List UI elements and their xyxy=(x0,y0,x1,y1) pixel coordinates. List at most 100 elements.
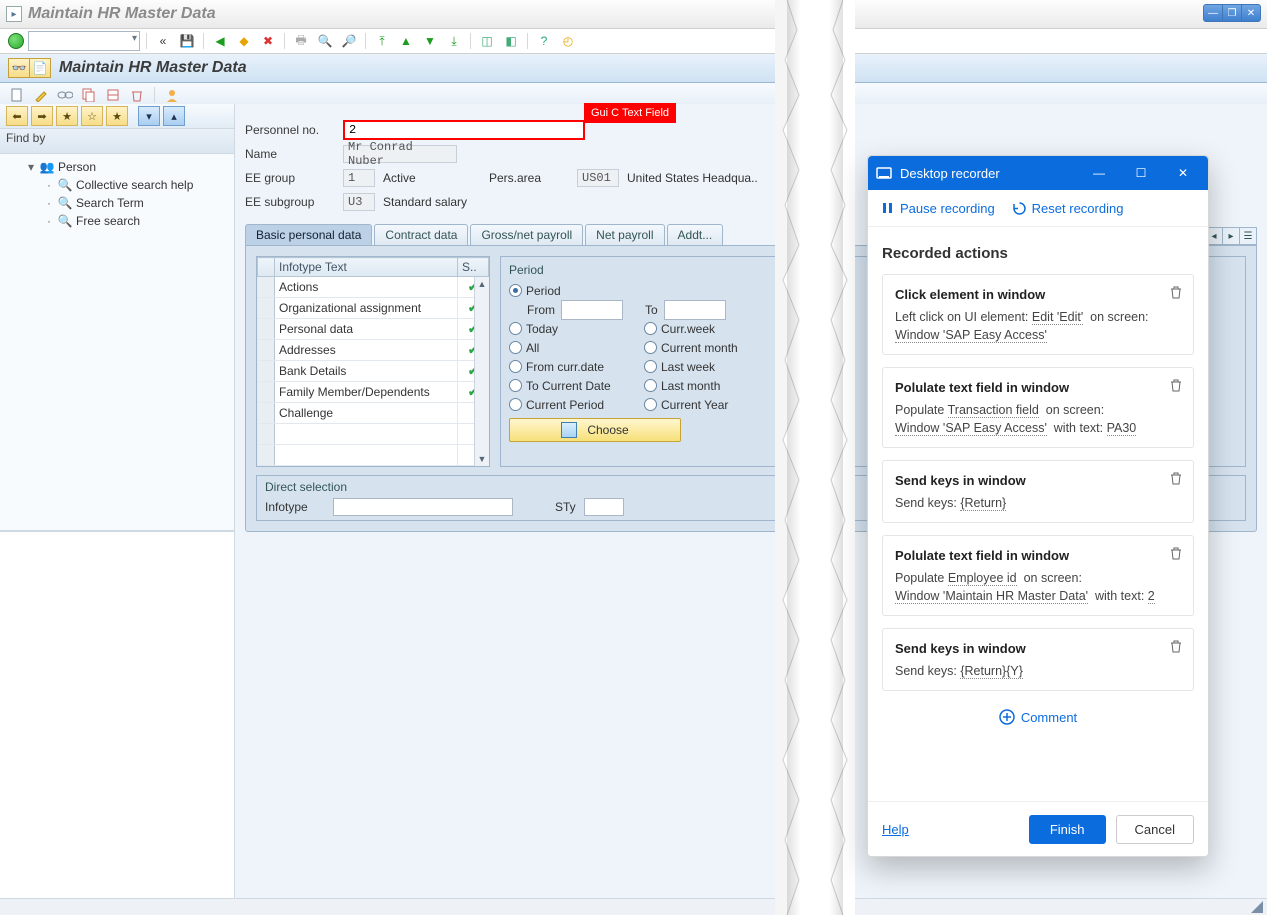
table-row[interactable]: Challenge xyxy=(258,403,489,424)
sty-field[interactable] xyxy=(584,498,624,516)
window-menu-icon[interactable]: ▸ xyxy=(6,6,22,22)
last-page-icon[interactable]: ⤓ xyxy=(444,31,464,51)
period-to-field[interactable] xyxy=(664,300,726,320)
save-icon[interactable]: 💾 xyxy=(177,31,197,51)
personnel-no-field[interactable] xyxy=(343,120,585,140)
recorder-close-button[interactable]: ✕ xyxy=(1166,156,1200,190)
recorded-action-card[interactable]: Send keys in windowSend keys: {Return} xyxy=(882,460,1194,523)
radio-option[interactable] xyxy=(509,379,522,392)
tab-list-icon[interactable]: ☰ xyxy=(1239,227,1257,245)
radio-option[interactable] xyxy=(644,341,657,354)
recorded-action-card[interactable]: Polulate text field in windowPopulate Em… xyxy=(882,535,1194,616)
grid-scrollbar[interactable]: ▲ ▼ xyxy=(474,277,489,466)
table-row[interactable]: Addresses✔ xyxy=(258,340,489,361)
radio-option[interactable] xyxy=(644,398,657,411)
delete-action-button[interactable] xyxy=(1169,378,1183,395)
nav-fav3-icon[interactable]: ★ xyxy=(106,106,128,126)
delete-action-button[interactable] xyxy=(1169,546,1183,563)
col-status[interactable]: S.. xyxy=(458,258,489,277)
layout-icon[interactable]: ◴ xyxy=(558,31,578,51)
back-icon[interactable]: « xyxy=(153,31,173,51)
help-icon[interactable]: ? xyxy=(534,31,554,51)
radio-option[interactable] xyxy=(644,360,657,373)
nav-back-icon[interactable]: ◀ xyxy=(210,31,230,51)
next-page-icon[interactable]: ▼ xyxy=(420,31,440,51)
period-from-field[interactable] xyxy=(561,300,623,320)
create-icon[interactable] xyxy=(8,86,26,104)
action-param[interactable]: {Return}{Y} xyxy=(960,664,1023,679)
maximize-button[interactable]: ❐ xyxy=(1222,4,1242,22)
radio-option[interactable] xyxy=(509,398,522,411)
command-field[interactable] xyxy=(28,31,140,51)
cancel-button[interactable]: Cancel xyxy=(1116,815,1194,844)
radio-option[interactable] xyxy=(509,360,522,373)
radio-option[interactable] xyxy=(644,379,657,392)
person-overview-icon[interactable] xyxy=(163,86,181,104)
action-param[interactable]: Edit 'Edit' xyxy=(1032,310,1083,325)
tab-scroll-right-icon[interactable]: ▸ xyxy=(1222,227,1240,245)
find-next-icon[interactable]: 🔎 xyxy=(339,31,359,51)
comment-button[interactable]: Comment xyxy=(882,703,1194,739)
first-page-icon[interactable]: ⤒ xyxy=(372,31,392,51)
copy-icon[interactable] xyxy=(80,86,98,104)
table-row[interactable]: Family Member/Dependents✔ xyxy=(258,382,489,403)
tree-item[interactable]: · 🔍 Free search xyxy=(0,212,234,230)
table-row[interactable]: Actions✔ xyxy=(258,277,489,298)
tab-basic-personal-data[interactable]: Basic personal data xyxy=(245,224,372,245)
scroll-down-icon[interactable]: ▼ xyxy=(478,454,487,464)
infotype-field[interactable] xyxy=(333,498,513,516)
recorder-maximize-button[interactable]: ☐ xyxy=(1124,156,1158,190)
nav-exit-icon[interactable]: ◆ xyxy=(234,31,254,51)
action-param[interactable]: Employee id xyxy=(948,571,1017,586)
findby-tree[interactable]: ▾ 👥 Person · 🔍 Collective search help · … xyxy=(0,154,234,531)
display-icon[interactable]: 👓 xyxy=(8,58,29,78)
action-param[interactable]: Window 'SAP Easy Access' xyxy=(895,328,1047,343)
minimize-button[interactable]: — xyxy=(1203,4,1223,22)
tab-gross-net-payroll[interactable]: Gross/net payroll xyxy=(470,224,583,245)
nav-left-icon[interactable]: ⬅ xyxy=(6,106,28,126)
new-session-icon[interactable]: ◫ xyxy=(477,31,497,51)
collapse-icon[interactable]: ▾ xyxy=(26,160,36,174)
tab-additional[interactable]: Addt... xyxy=(667,224,724,245)
action-param[interactable]: Window 'Maintain HR Master Data' xyxy=(895,589,1088,604)
delimit-icon[interactable] xyxy=(104,86,122,104)
print-icon[interactable]: 🖶 xyxy=(291,31,311,51)
tree-item[interactable]: · 🔍 Collective search help xyxy=(0,176,234,194)
action-param[interactable]: Transaction field xyxy=(948,403,1039,418)
radio-period[interactable] xyxy=(509,284,522,297)
edit-icon[interactable] xyxy=(32,86,50,104)
scroll-up-icon[interactable]: ▲ xyxy=(478,279,487,289)
nav-fav-icon[interactable]: ★ xyxy=(56,106,78,126)
nav-expand-icon[interactable]: ▾ xyxy=(138,106,160,126)
find-icon[interactable]: 🔍 xyxy=(315,31,335,51)
nav-right-icon[interactable]: ➡ xyxy=(31,106,53,126)
display-icon[interactable] xyxy=(56,86,74,104)
prev-page-icon[interactable]: ▲ xyxy=(396,31,416,51)
recorder-minimize-button[interactable]: — xyxy=(1082,156,1116,190)
radio-option[interactable] xyxy=(509,341,522,354)
shortcut-icon[interactable]: ◧ xyxy=(501,31,521,51)
close-button[interactable]: ✕ xyxy=(1241,4,1261,22)
nav-cancel-icon[interactable]: ✖ xyxy=(258,31,278,51)
delete-action-button[interactable] xyxy=(1169,285,1183,302)
action-param[interactable]: PA30 xyxy=(1107,421,1137,436)
delete-action-button[interactable] xyxy=(1169,639,1183,656)
table-row[interactable]: Bank Details✔ xyxy=(258,361,489,382)
delete-action-button[interactable] xyxy=(1169,471,1183,488)
recorder-titlebar[interactable]: Desktop recorder — ☐ ✕ xyxy=(868,156,1208,190)
overview-icon[interactable]: 📄 xyxy=(29,58,51,78)
radio-option[interactable] xyxy=(644,322,657,335)
recorded-action-card[interactable]: Polulate text field in windowPopulate Tr… xyxy=(882,367,1194,448)
radio-option[interactable] xyxy=(509,322,522,335)
recorded-action-card[interactable]: Send keys in windowSend keys: {Return}{Y… xyxy=(882,628,1194,691)
infotype-grid[interactable]: Infotype Text S.. Actions✔Organizational… xyxy=(256,256,490,467)
recorded-action-card[interactable]: Click element in windowLeft click on UI … xyxy=(882,274,1194,355)
nav-fav2-icon[interactable]: ☆ xyxy=(81,106,103,126)
table-row[interactable]: Organizational assignment✔ xyxy=(258,298,489,319)
action-param[interactable]: 2 xyxy=(1148,589,1155,604)
enter-icon[interactable] xyxy=(8,33,24,49)
table-row[interactable]: Personal data✔ xyxy=(258,319,489,340)
tab-net-payroll[interactable]: Net payroll xyxy=(585,224,664,245)
pause-recording-button[interactable]: Pause recording xyxy=(882,201,995,216)
action-param[interactable]: {Return} xyxy=(960,496,1006,511)
